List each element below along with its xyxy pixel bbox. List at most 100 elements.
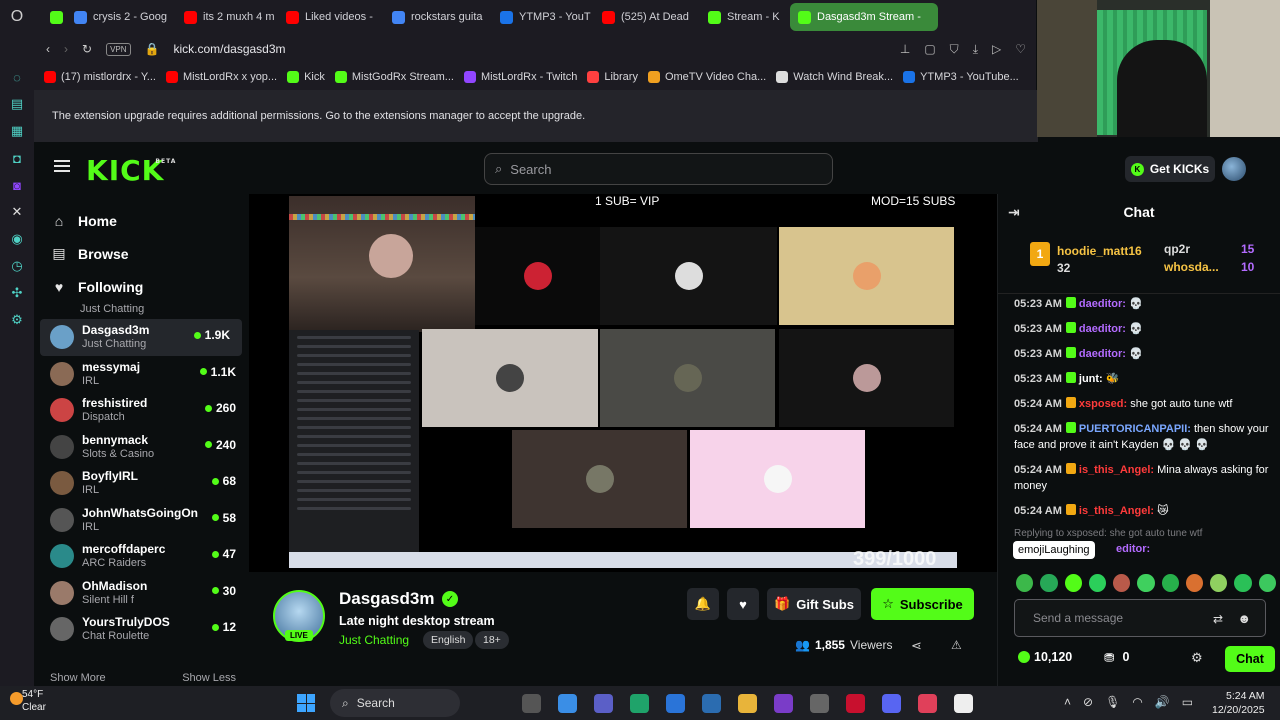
share-icon[interactable]: ⋖	[911, 638, 922, 654]
discord-icon[interactable]	[882, 694, 901, 713]
subscribe-button[interactable]: ☆ Subscribe	[871, 588, 974, 620]
bookmark-item[interactable]: Watch Wind Break...	[776, 71, 893, 83]
nav-following[interactable]: ♥ Following	[34, 270, 248, 303]
show-less-link[interactable]: Show Less	[182, 672, 236, 686]
message-username[interactable]: junt:	[1079, 373, 1103, 385]
channel-item[interactable]: JohnWhatsGoingOn IRL 58	[34, 502, 248, 539]
browser-tab[interactable]	[42, 3, 64, 31]
channel-item[interactable]: freshistired Dispatch 260	[34, 392, 248, 429]
wifi-icon[interactable]: ◠	[1132, 695, 1142, 709]
outlook-icon[interactable]	[702, 694, 721, 713]
stream-category[interactable]: Just Chatting	[339, 633, 409, 647]
nav-home[interactable]: ⌂ Home	[34, 204, 248, 237]
emote-icon[interactable]	[1234, 574, 1252, 592]
play-icon[interactable]: ▷	[992, 42, 1001, 57]
browser-tab[interactable]: Liked videos -	[278, 3, 382, 31]
emote-icon[interactable]	[1210, 574, 1228, 592]
snapshot-icon[interactable]: ▢	[924, 42, 935, 57]
emote-icon[interactable]	[1113, 574, 1131, 592]
browser-tab[interactable]: crysis 2 - Goog	[66, 3, 174, 31]
channel-item[interactable]: BoyflyIRL IRL 68	[34, 465, 248, 502]
channel-item[interactable]: Dasgasd3m Just Chatting 1.9K	[40, 319, 242, 356]
opera-icon[interactable]	[846, 694, 865, 713]
message-username[interactable]: xsposed:	[1079, 398, 1127, 410]
reload-icon[interactable]: ↻	[82, 42, 92, 56]
tag-language[interactable]: English	[423, 631, 474, 649]
task-view-icon[interactable]	[522, 694, 541, 713]
bookmark-item[interactable]: MistLordRx - Twitch	[463, 71, 577, 83]
extensions-icon[interactable]: ✣	[8, 284, 26, 302]
file-explorer-icon[interactable]	[738, 694, 757, 713]
channel-item[interactable]: YoursTrulyDOS Chat Roulette 12	[34, 611, 248, 648]
bookmark-item[interactable]: Kick	[287, 71, 325, 83]
emote-icon[interactable]	[1258, 574, 1276, 592]
copilot-icon[interactable]	[558, 694, 577, 713]
shield-icon[interactable]: ⛉	[950, 42, 959, 57]
nav-browse[interactable]: ▤ Browse	[34, 237, 248, 270]
start-icon[interactable]	[297, 694, 315, 712]
message-username[interactable]: is_this_Angel:	[1079, 464, 1154, 476]
aria-icon[interactable]: ◌	[8, 68, 26, 86]
translate-icon[interactable]: ⇄	[1213, 612, 1223, 626]
messenger-icon[interactable]: ◘	[8, 149, 26, 167]
browser-tab[interactable]: rockstars guita	[384, 3, 490, 31]
collapse-chat-icon[interactable]: ⇥	[1008, 204, 1020, 221]
show-more-link[interactable]: Show More	[50, 672, 106, 686]
report-icon[interactable]: ⚠	[951, 638, 962, 652]
network-icon[interactable]: ⊘	[1083, 695, 1093, 709]
mic-icon[interactable]: 🎙	[1105, 695, 1120, 709]
video-player[interactable]: 1 SUB= VIP MOD=15 SUBS 399/1000	[249, 194, 997, 572]
system-clock[interactable]: 5:24 AM 12/20/2025	[1212, 689, 1265, 717]
emote-icon[interactable]	[1064, 574, 1082, 592]
chevron-up-icon[interactable]: ˄	[1064, 695, 1071, 709]
bookmark-item[interactable]: MistGodRx Stream...	[334, 71, 454, 83]
vpn-badge[interactable]: VPN	[106, 42, 131, 56]
emote-icon[interactable]	[1088, 574, 1107, 592]
battery-icon[interactable]: ▭	[1182, 695, 1193, 709]
browser-tab[interactable]: Dasgasd3m Stream -	[790, 3, 938, 31]
gifter-name[interactable]: whosda...	[1164, 260, 1219, 274]
user-avatar[interactable]	[1222, 157, 1246, 181]
weather-widget[interactable]: 54°F Clear	[10, 688, 46, 714]
emote-icon[interactable]	[1016, 574, 1034, 592]
message-username[interactable]: daeditor:	[1079, 348, 1126, 360]
heart-icon[interactable]: ♡	[1015, 42, 1026, 57]
gift-subs-button[interactable]: 🎁 Gift Subs	[767, 588, 861, 620]
browser-tab[interactable]: Stream - K	[700, 3, 788, 31]
emote-icon[interactable]	[1185, 574, 1204, 592]
channel-item[interactable]: OhMadison Silent Hill f 30	[34, 575, 248, 612]
browser-tab[interactable]: (525) At Dead	[594, 3, 698, 31]
message-username[interactable]: daeditor:	[1079, 298, 1126, 310]
bookmark-item[interactable]: MistLordRx x yop...	[165, 71, 277, 83]
menu-icon[interactable]	[54, 160, 70, 172]
browser-tab[interactable]: YTMP3 - YouT	[492, 3, 592, 31]
tag-mature[interactable]: 18+	[475, 631, 509, 649]
follow-heart-icon[interactable]: ♥	[727, 588, 759, 620]
volume-icon[interactable]: 🔊	[1155, 695, 1170, 709]
kick-logo[interactable]: KICK BETA	[86, 154, 175, 187]
camera-icon[interactable]	[810, 694, 829, 713]
emote-icon[interactable]	[1040, 574, 1058, 592]
pin-icon[interactable]: ⊥	[900, 42, 910, 57]
channel-points[interactable]: ⛃ 0	[1104, 650, 1129, 665]
chat-settings-icon[interactable]: ⚙	[1191, 650, 1203, 666]
emote-icon[interactable]	[1161, 574, 1179, 592]
emoji-picker-icon[interactable]: ☻	[1237, 611, 1251, 626]
gifter-name[interactable]: qp2r	[1164, 242, 1190, 256]
bookmark-item[interactable]: YTMP3 - YouTube...	[903, 71, 1019, 83]
browser-tab[interactable]: its 2 muxh 4 m	[176, 3, 276, 31]
channel-item[interactable]: bennymack Slots & Casino 240	[34, 429, 248, 466]
edge-icon[interactable]	[630, 694, 649, 713]
forward-icon[interactable]: ›	[64, 42, 68, 56]
notification-bell-icon[interactable]: 🔔	[687, 588, 719, 620]
settings-icon[interactable]: ⚙	[8, 311, 26, 329]
gifter-name[interactable]: hoodie_matt16	[1057, 244, 1142, 258]
taskbar-search[interactable]: ⌕ Search	[330, 689, 460, 717]
chat-send-button[interactable]: Chat	[1225, 646, 1275, 672]
opera-logo-icon[interactable]: O	[8, 8, 26, 26]
teams-icon[interactable]	[594, 694, 613, 713]
x-icon[interactable]: ✕	[8, 203, 26, 221]
kicks-balance[interactable]: 10,120	[1018, 650, 1072, 664]
clipchamp-icon[interactable]	[774, 694, 793, 713]
dropbox-icon[interactable]	[666, 694, 685, 713]
